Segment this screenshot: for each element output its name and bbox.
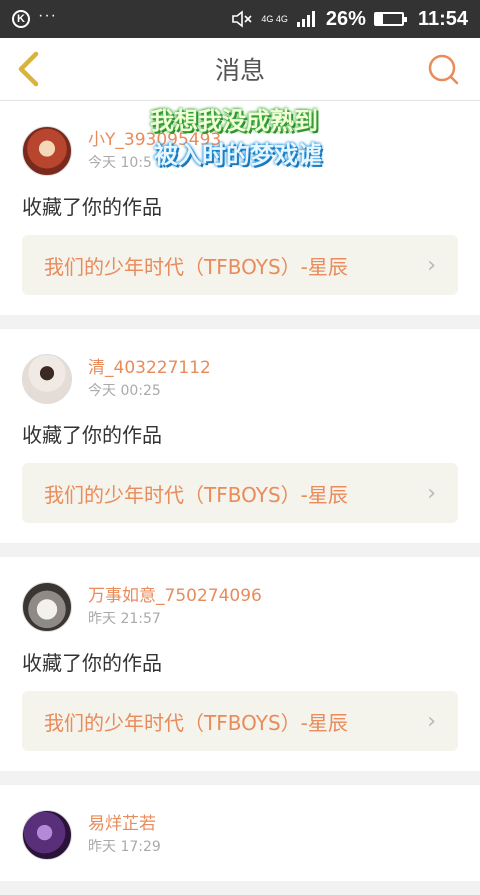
work-link[interactable]: 我们的少年时代（TFBOYS）-星辰 › (22, 235, 458, 295)
chevron-right-icon: › (427, 252, 436, 278)
message-list: 小Y_393095493 今天 10:5 收藏了你的作品 我们的少年时代（TFB… (0, 101, 480, 895)
user-row: 易烊芷若 昨天 17:29 (22, 809, 458, 861)
user-meta: 万事如意_750274096 昨天 21:57 (88, 585, 262, 629)
overlay-caption-line2: 被入时的梦戏谑 (154, 141, 322, 169)
back-arrow-icon[interactable] (12, 50, 48, 88)
username[interactable]: 易烊芷若 (88, 813, 161, 835)
more-notifications-icon: ··· (38, 7, 57, 24)
username[interactable]: 清_403227112 (88, 357, 211, 379)
mute-icon (232, 10, 252, 28)
search-icon[interactable] (426, 52, 460, 86)
chevron-right-icon: › (427, 708, 436, 734)
avatar[interactable] (22, 582, 72, 632)
clock: 11:54 (417, 7, 468, 30)
action-text: 收藏了你的作品 (22, 423, 162, 447)
message-card: 易烊芷若 昨天 17:29 (0, 785, 480, 881)
work-link[interactable]: 我们的少年时代（TFBOYS）-星辰 › (22, 463, 458, 523)
work-title: 我们的少年时代（TFBOYS）-星辰 (44, 710, 348, 735)
timestamp: 昨天 21:57 (88, 611, 161, 627)
work-title: 我们的少年时代（TFBOYS）-星辰 (44, 482, 348, 507)
status-right: 4G 4G 26% 11:54 (231, 8, 468, 31)
top-bar: 消息 (0, 38, 480, 101)
chevron-right-icon: › (427, 480, 436, 506)
work-title: 我们的少年时代（TFBOYS）-星辰 (44, 254, 348, 279)
app-notification-icon: K (12, 10, 30, 28)
user-row: 万事如意_750274096 昨天 21:57 (22, 581, 458, 633)
avatar[interactable] (22, 126, 72, 176)
battery-percent: 26% (325, 7, 366, 30)
message-card: 清_403227112 今天 00:25 收藏了你的作品 我们的少年时代（TFB… (0, 329, 480, 543)
battery-level (375, 14, 383, 24)
avatar[interactable] (22, 354, 72, 404)
status-left: K ··· (12, 7, 57, 28)
network-type: 4G 4G (261, 13, 288, 24)
action-text: 收藏了你的作品 (22, 651, 162, 675)
user-meta: 易烊芷若 昨天 17:29 (88, 813, 161, 857)
message-card: 万事如意_750274096 昨天 21:57 收藏了你的作品 我们的少年时代（… (0, 557, 480, 771)
username[interactable]: 万事如意_750274096 (88, 585, 262, 607)
avatar[interactable] (22, 810, 72, 860)
overlay-caption-line1: 我想我没成熟到 (150, 107, 318, 135)
status-bar: K ··· 4G 4G 26% 11:54 (0, 0, 480, 38)
user-meta: 清_403227112 今天 00:25 (88, 357, 211, 401)
signal-icon (296, 11, 315, 27)
battery-icon (373, 12, 407, 26)
timestamp: 今天 00:25 (88, 383, 161, 399)
page-title: 消息 (214, 56, 265, 85)
timestamp: 昨天 17:29 (88, 839, 161, 855)
user-row: 清_403227112 今天 00:25 (22, 353, 458, 405)
work-link[interactable]: 我们的少年时代（TFBOYS）-星辰 › (22, 691, 458, 751)
action-text: 收藏了你的作品 (22, 195, 162, 219)
overlay-caption: 我想我没成熟到 被入时的梦戏谑 (150, 104, 322, 172)
